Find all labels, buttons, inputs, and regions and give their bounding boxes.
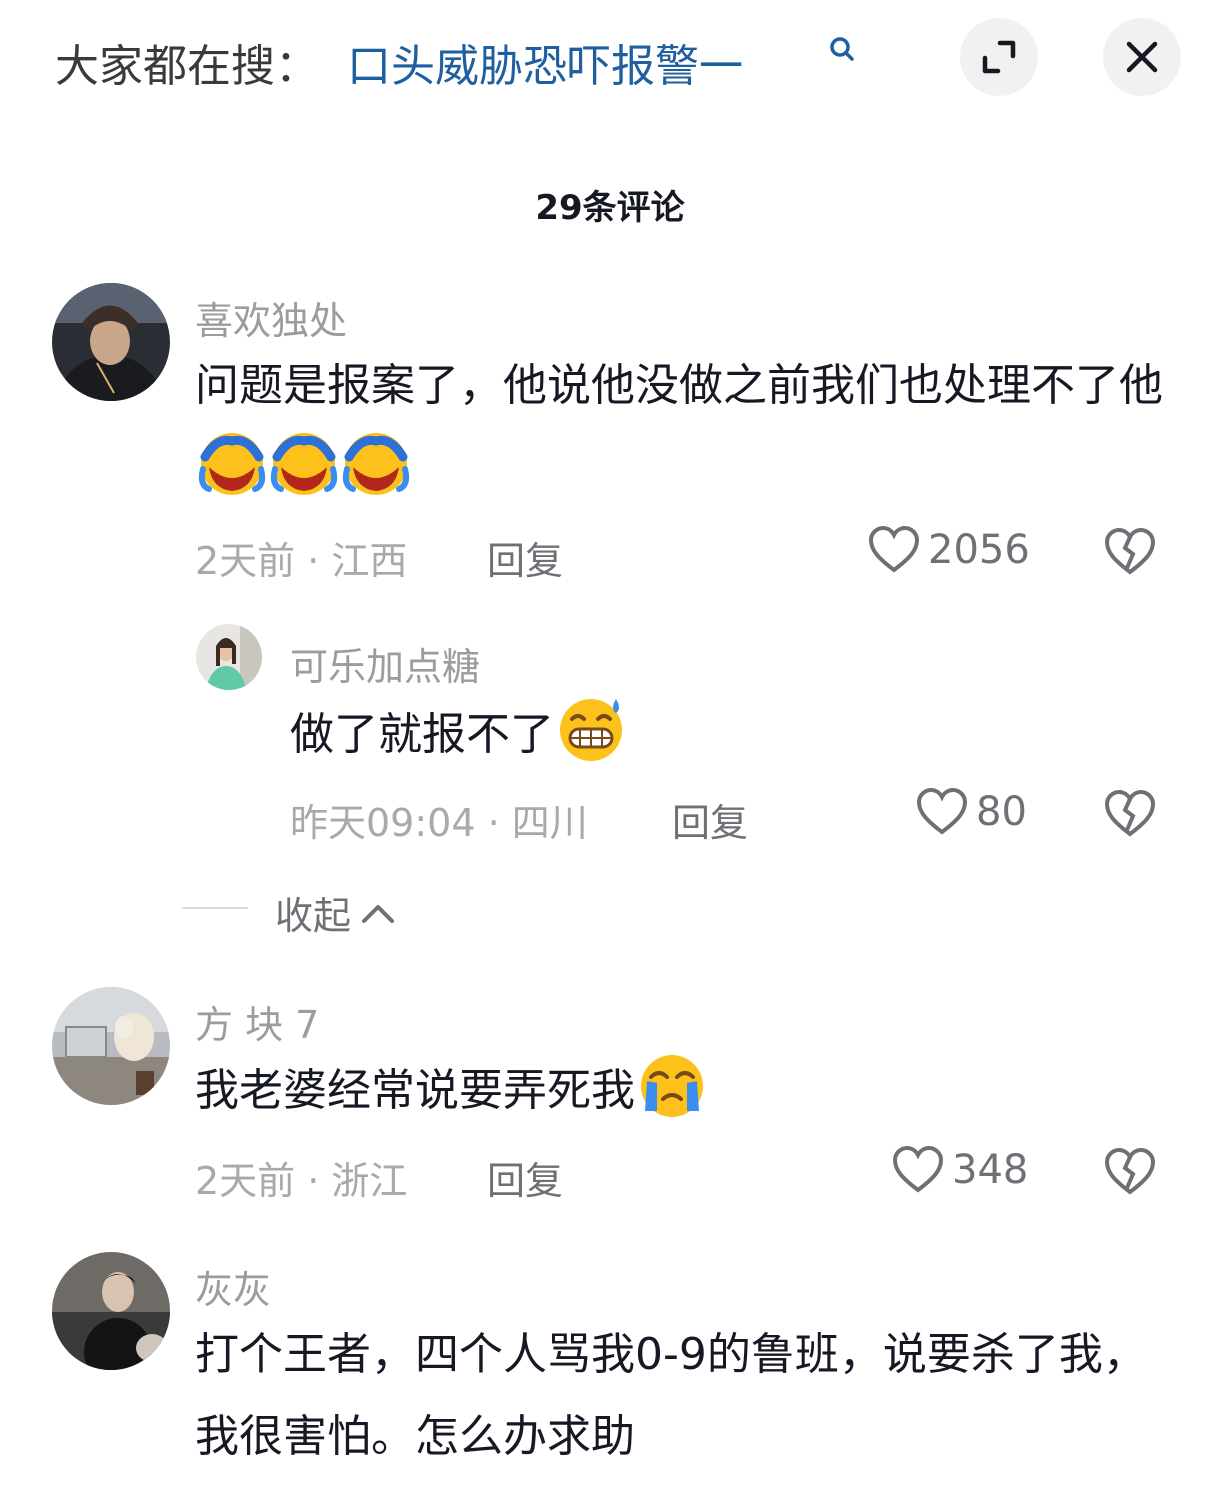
comment-text: 问题是报案了，他说他没做之前我们也处理不了他 xyxy=(195,345,1165,510)
user-avatar-image xyxy=(52,1252,170,1370)
avatar[interactable] xyxy=(52,283,170,401)
collapse-replies-button[interactable]: 收起 xyxy=(275,885,395,940)
reply-time-location: 昨天09:04 · 四川 xyxy=(290,801,588,845)
comment-text: 打个王者，四个人骂我0-9的鲁班，说要杀了我，我很害怕。怎么办求助 xyxy=(195,1314,1170,1478)
comment-username[interactable]: 灰灰 xyxy=(195,1259,271,1314)
reply-username[interactable]: 可乐加点糖 xyxy=(290,636,480,691)
expand-button[interactable] xyxy=(960,18,1038,96)
comment-text: 我老婆经常说要弄死我 xyxy=(195,1049,1165,1132)
comment-time-location: 2天前 · 江西 xyxy=(195,539,408,583)
avatar[interactable] xyxy=(52,1252,170,1370)
search-icon[interactable] xyxy=(826,34,858,66)
heart-icon xyxy=(916,788,968,835)
comment-text-content: 打个王者，四个人骂我0-9的鲁班，说要杀了我，我很害怕。怎么办求助 xyxy=(195,1329,1147,1462)
like-count: 348 xyxy=(952,1147,1029,1193)
laughing-crying-emoji-icon xyxy=(342,433,410,495)
user-avatar-image xyxy=(196,624,262,690)
expand-icon xyxy=(982,40,1016,74)
laughing-crying-emoji-icon xyxy=(270,433,338,495)
user-avatar-image xyxy=(52,987,170,1105)
reply-text-content: 做了就报不了 xyxy=(290,709,554,760)
heart-icon xyxy=(868,526,920,573)
grinning-sweat-emoji-icon xyxy=(560,699,622,761)
comment-username[interactable]: 方 块 7 xyxy=(195,994,319,1049)
user-avatar-image xyxy=(52,283,170,401)
avatar[interactable] xyxy=(52,987,170,1105)
collapse-label: 收起 xyxy=(275,894,352,938)
like-count: 2056 xyxy=(928,527,1030,573)
comment-text-content: 我老婆经常说要弄死我 xyxy=(195,1065,635,1116)
search-suggestion-link[interactable]: 口头威胁恐吓报警一 xyxy=(347,30,817,94)
heart-icon xyxy=(892,1146,944,1193)
dislike-broken-heart-icon[interactable] xyxy=(1104,1148,1156,1196)
collapse-divider xyxy=(182,907,248,909)
reply-button[interactable]: 回复 xyxy=(672,792,748,847)
reply-button[interactable]: 回复 xyxy=(487,1150,563,1205)
close-icon xyxy=(1126,41,1158,73)
reply-text: 做了就报不了 xyxy=(290,693,1150,776)
like-button[interactable]: 2056 xyxy=(868,526,1030,574)
close-button[interactable] xyxy=(1103,18,1181,96)
comment-text-content: 问题是报案了，他说他没做之前我们也处理不了他 xyxy=(195,360,1163,411)
crying-emoji-icon xyxy=(641,1055,703,1117)
like-button[interactable]: 80 xyxy=(916,788,1027,836)
like-button[interactable]: 348 xyxy=(892,1146,1028,1194)
search-prefix-label: 大家都在搜： xyxy=(55,41,319,92)
chevron-up-icon xyxy=(362,904,395,923)
avatar[interactable] xyxy=(196,624,262,690)
comment-count-title: 29条评论 xyxy=(535,188,685,228)
comment-time-location: 2天前 · 浙江 xyxy=(195,1159,408,1203)
laughing-crying-emoji-icon xyxy=(198,433,266,495)
dislike-broken-heart-icon[interactable] xyxy=(1104,528,1156,576)
comment-username[interactable]: 喜欢独处 xyxy=(195,290,347,345)
dislike-broken-heart-icon[interactable] xyxy=(1104,790,1156,838)
reply-button[interactable]: 回复 xyxy=(487,530,563,585)
like-count: 80 xyxy=(976,789,1027,835)
